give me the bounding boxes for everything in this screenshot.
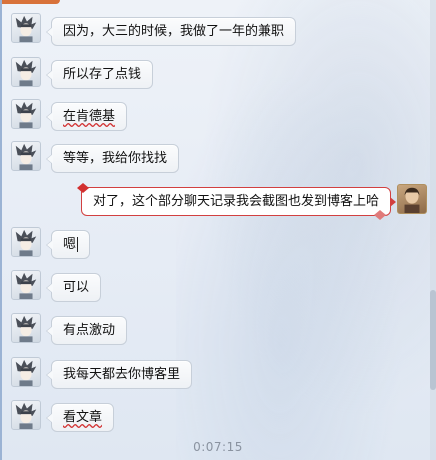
ribbon-decoration-icon bbox=[374, 210, 387, 220]
contact-avatar[interactable] bbox=[11, 270, 41, 300]
background-artwork bbox=[176, 0, 436, 460]
message-bubble[interactable]: 嗯 bbox=[45, 230, 91, 259]
anime-avatar-icon bbox=[15, 272, 37, 299]
contact-avatar[interactable] bbox=[11, 57, 41, 87]
message-text: 看文章 bbox=[63, 410, 103, 425]
message-bubble[interactable]: 在肯德基 bbox=[45, 102, 128, 131]
message-text: 等等，我给你找找 bbox=[63, 151, 168, 166]
own-message-bubble[interactable]: 对了，这个部分聊天记录我会截图也发到博客上哈 bbox=[77, 183, 397, 220]
anime-avatar-icon bbox=[15, 59, 37, 86]
window-left-border bbox=[0, 0, 2, 460]
contact-avatar[interactable] bbox=[11, 357, 41, 387]
text-cursor bbox=[77, 237, 79, 252]
contact-avatar[interactable] bbox=[11, 13, 41, 43]
ribbon-decoration-icon bbox=[77, 183, 89, 193]
anime-avatar-icon bbox=[15, 402, 37, 429]
contact-avatar[interactable] bbox=[11, 99, 41, 129]
message-text: 因为，大三的时候，我做了一年的兼职 bbox=[63, 24, 285, 39]
message-bubble[interactable]: 看文章 bbox=[45, 403, 115, 432]
message-text: 我每天都去你博客里 bbox=[63, 367, 181, 382]
scrollbar-thumb[interactable] bbox=[430, 290, 436, 390]
anime-avatar-icon bbox=[15, 359, 37, 386]
message-text: 所以存了点钱 bbox=[63, 67, 142, 82]
message-bubble[interactable]: 因为，大三的时候，我做了一年的兼职 bbox=[45, 17, 297, 46]
message-bubble[interactable]: 等等，我给你找找 bbox=[45, 144, 180, 173]
message-text: 嗯 bbox=[63, 237, 77, 252]
message-bubble[interactable]: 所以存了点钱 bbox=[45, 60, 154, 89]
anime-avatar-icon bbox=[15, 229, 37, 256]
chat-scrollbar[interactable] bbox=[430, 0, 436, 460]
contact-avatar[interactable] bbox=[11, 227, 41, 257]
message-bubble[interactable]: 我每天都去你博客里 bbox=[45, 360, 193, 389]
elapsed-timer: 0:07:15 bbox=[193, 440, 243, 454]
message-text: 在肯德基 bbox=[63, 109, 116, 124]
anime-avatar-icon bbox=[15, 101, 37, 128]
user-photo-icon bbox=[404, 187, 420, 213]
own-avatar[interactable] bbox=[397, 184, 427, 214]
message-bubble[interactable]: 可以 bbox=[45, 273, 102, 302]
message-text: 可以 bbox=[63, 280, 90, 295]
window-top-accent bbox=[0, 0, 60, 4]
anime-avatar-icon bbox=[15, 315, 37, 342]
chat-history-area: 因为，大三的时候，我做了一年的兼职 所以存了点钱 在肯德基 等等，我给你找找 对… bbox=[0, 0, 436, 460]
anime-avatar-icon bbox=[15, 15, 37, 42]
message-text: 对了，这个部分聊天记录我会截图也发到博客上哈 bbox=[93, 194, 380, 209]
contact-avatar[interactable] bbox=[11, 141, 41, 171]
message-bubble[interactable]: 有点激动 bbox=[45, 316, 128, 345]
contact-avatar[interactable] bbox=[11, 313, 41, 343]
contact-avatar[interactable] bbox=[11, 400, 41, 430]
message-text: 有点激动 bbox=[63, 323, 116, 338]
anime-avatar-icon bbox=[15, 143, 37, 170]
